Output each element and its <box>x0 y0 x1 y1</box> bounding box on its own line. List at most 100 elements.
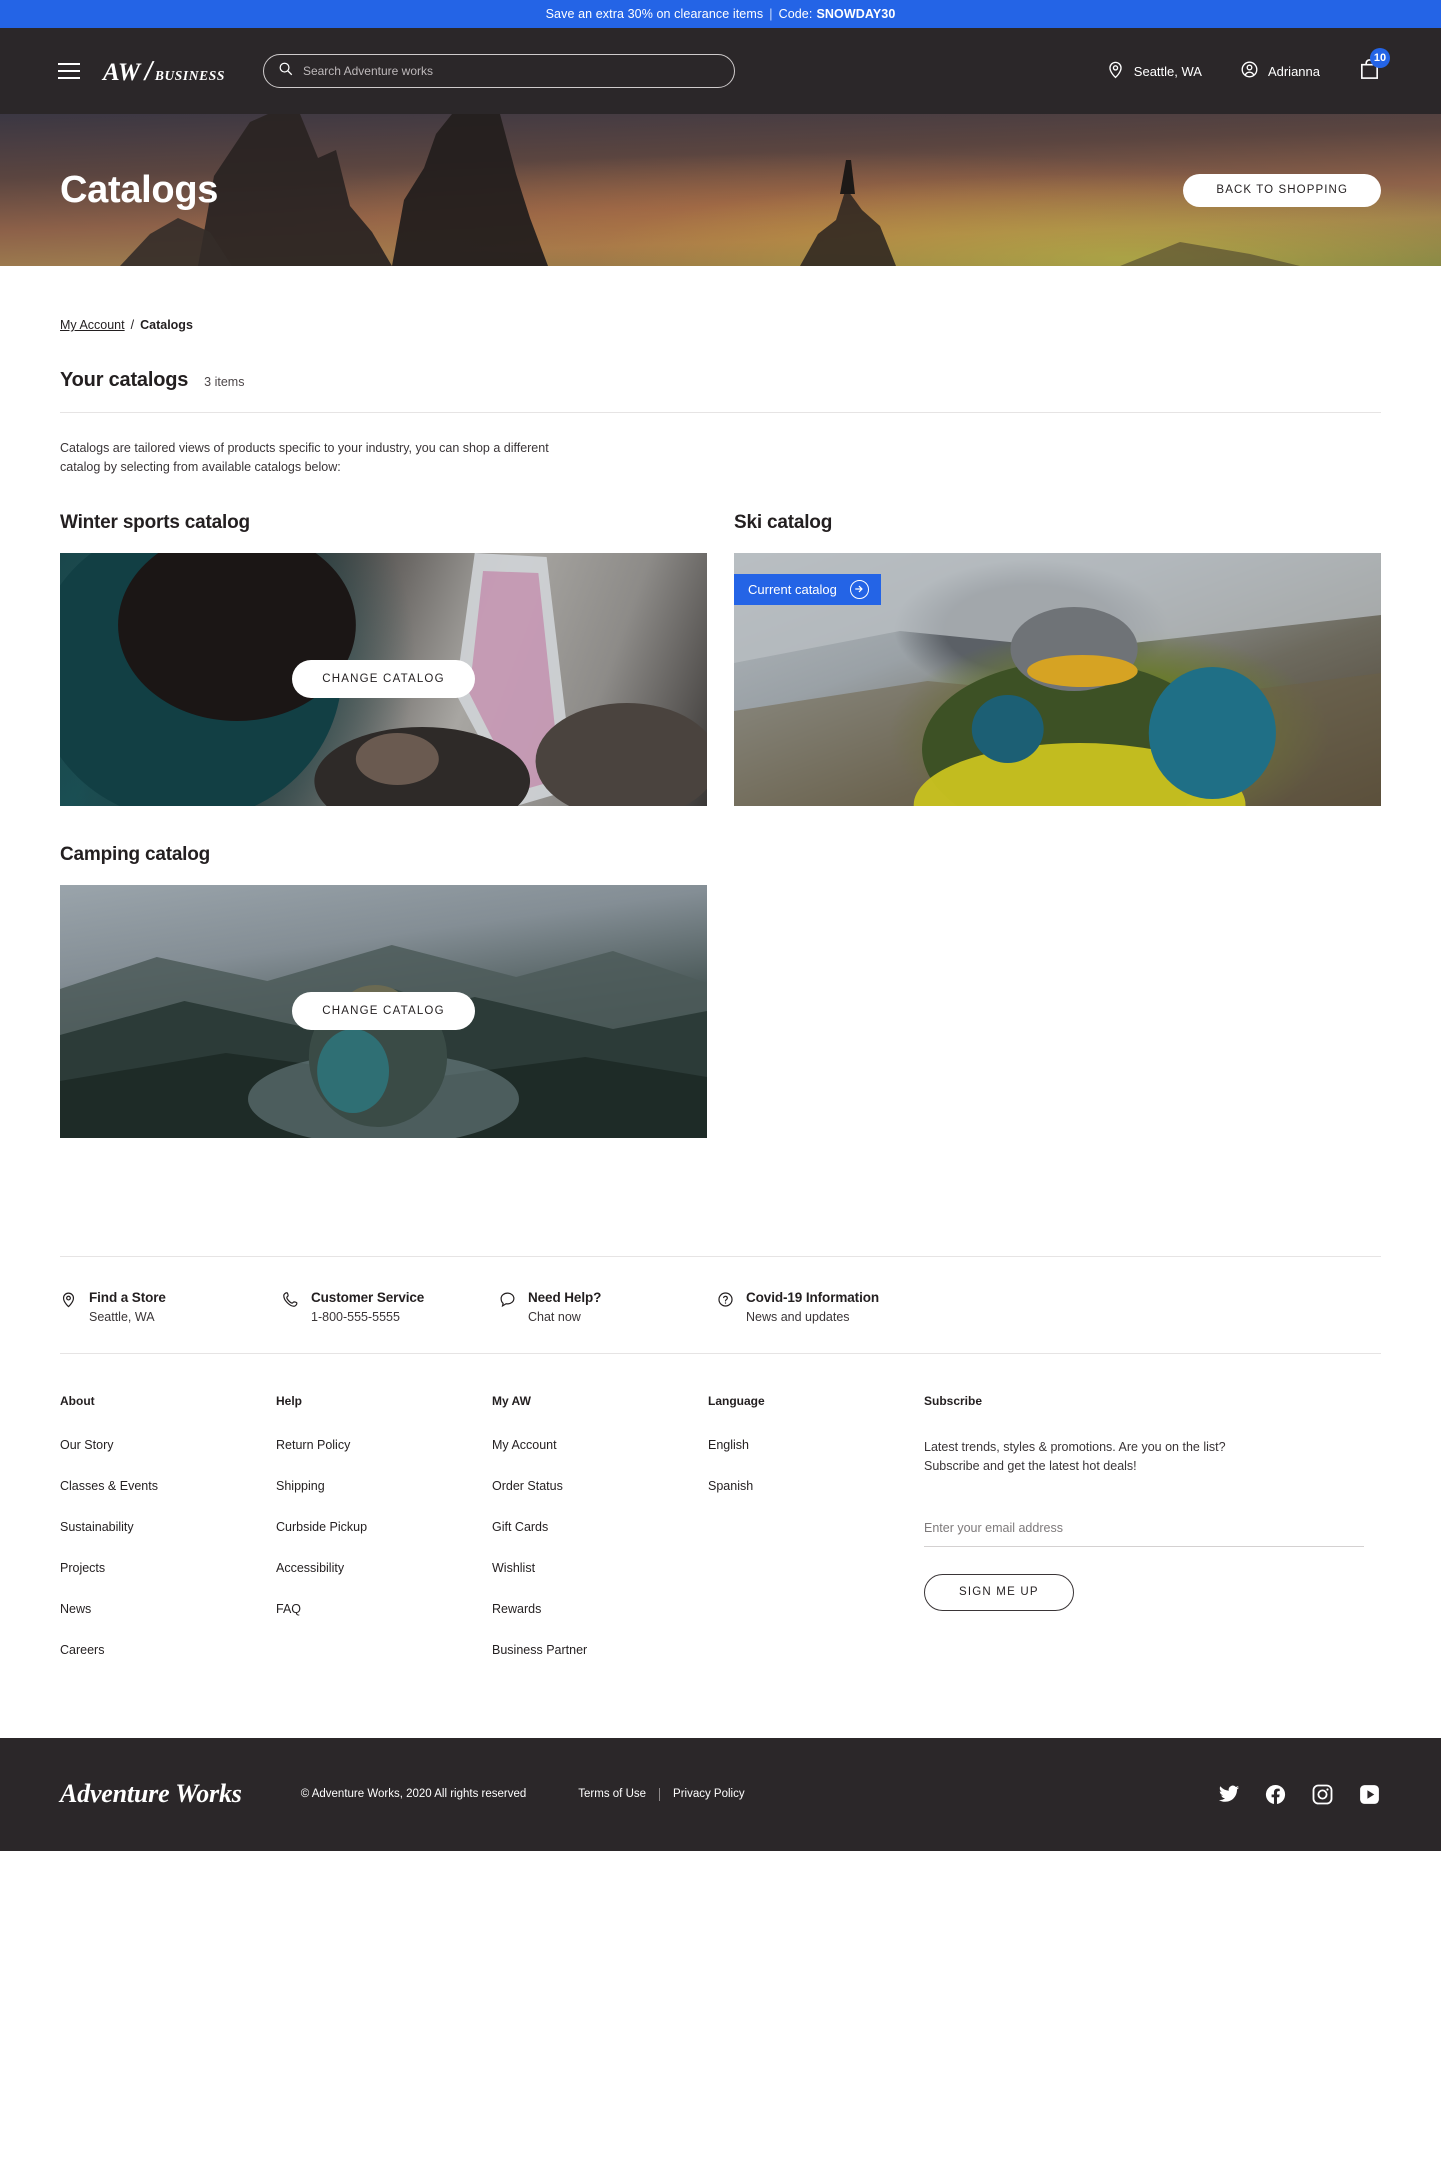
section-header: Your catalogs 3 items <box>60 369 1381 392</box>
twitter-icon[interactable] <box>1218 1783 1240 1805</box>
chat-bubble-icon <box>499 1291 516 1313</box>
footer-link[interactable]: Gift Cards <box>492 1520 708 1534</box>
current-catalog-badge[interactable]: Current catalog <box>734 573 881 605</box>
section-intro-text: Catalogs are tailored views of products … <box>60 441 549 475</box>
search-input[interactable] <box>302 64 720 78</box>
service-subtitle: Seattle, WA <box>89 1309 155 1324</box>
legal-divider <box>659 1787 661 1801</box>
catalog-card-ski: Ski catalog Current catalog <box>734 512 1381 806</box>
service-subtitle: News and updates <box>746 1309 850 1324</box>
phone-icon <box>282 1291 299 1313</box>
footer-link[interactable]: Spanish <box>708 1479 924 1493</box>
subscribe-line-2: Subscribe and get the latest hot deals! <box>924 1459 1137 1474</box>
footer-link[interactable]: News <box>60 1602 276 1616</box>
footer-link[interactable]: FAQ <box>276 1602 492 1616</box>
search-icon <box>278 61 293 81</box>
footer-link[interactable]: My Account <box>492 1438 708 1452</box>
youtube-icon[interactable] <box>1358 1783 1381 1806</box>
back-to-shopping-button[interactable]: BACK TO SHOPPING <box>1183 173 1381 207</box>
location-selector[interactable]: Seattle, WA <box>1106 60 1202 82</box>
service-subtitle: Chat now <box>528 1309 581 1324</box>
account-name: Adrianna <box>1267 63 1320 79</box>
footer-column-subscribe: Subscribe Latest trends, styles & promot… <box>924 1394 1364 1684</box>
footer-link[interactable]: Classes & Events <box>60 1479 276 1493</box>
catalog-grid-empty-slot <box>734 844 1381 1138</box>
promo-code: SNOWDAY30 <box>816 7 896 21</box>
footer-column-heading: About <box>60 1393 95 1408</box>
facebook-icon[interactable] <box>1264 1783 1287 1806</box>
logo-slash: / <box>141 55 156 86</box>
hero-banner: Catalogs BACK TO SHOPPING <box>0 114 1441 266</box>
subscribe-line-1: Latest trends, styles & promotions. Are … <box>924 1439 1226 1454</box>
section-title: Your catalogs <box>60 369 189 391</box>
catalog-grid-row-2: Camping catalog CHANGE CATALOG <box>60 844 1381 1138</box>
change-catalog-button[interactable]: CHANGE CATALOG <box>292 992 475 1031</box>
copyright-text: © Adventure Works, 2020 All rights reser… <box>300 1788 527 1801</box>
user-circle-icon <box>1240 60 1259 82</box>
email-input[interactable] <box>924 1520 1364 1535</box>
terms-of-use-link[interactable]: Terms of Use <box>578 1788 646 1800</box>
legal-links: Terms of Use Privacy Policy <box>578 1787 745 1801</box>
footer-link[interactable]: Shipping <box>276 1479 492 1493</box>
footer-link[interactable]: Order Status <box>492 1479 708 1493</box>
service-covid-information[interactable]: Covid-19 Information News and updates <box>717 1290 879 1324</box>
catalog-image: CHANGE CATALOG <box>60 552 707 806</box>
footer-link[interactable]: Rewards <box>492 1602 708 1616</box>
service-title: Customer Service <box>311 1289 425 1305</box>
footer-link[interactable]: Careers <box>60 1643 276 1657</box>
service-title: Find a Store <box>89 1289 166 1305</box>
site-logo[interactable]: AW / BUSINESS <box>103 56 225 87</box>
footer-link[interactable]: Our Story <box>60 1438 276 1452</box>
footer-link[interactable]: Sustainability <box>60 1520 276 1534</box>
footer-link[interactable]: Accessibility <box>276 1561 492 1575</box>
footer-column-heading: Help <box>276 1393 303 1408</box>
cart-button[interactable]: 10 <box>1358 47 1390 86</box>
footer-link[interactable]: English <box>708 1438 924 1452</box>
catalog-grid: Winter sports catalog CHANGE CATALOG Ski… <box>60 512 1381 806</box>
breadcrumb-my-account-link[interactable]: My Account <box>60 318 125 332</box>
service-subtitle: 1-800-555-5555 <box>311 1309 400 1324</box>
footer-column-heading: Subscribe <box>924 1393 983 1408</box>
footer-column-heading: Language <box>708 1393 765 1408</box>
service-need-help[interactable]: Need Help? Chat now <box>499 1290 717 1324</box>
location-label: Seattle, WA <box>1133 63 1202 79</box>
footer-link[interactable]: Projects <box>60 1561 276 1575</box>
breadcrumb-current: Catalogs <box>140 318 193 332</box>
catalog-image: CHANGE CATALOG <box>60 884 707 1138</box>
account-menu[interactable]: Adrianna <box>1240 60 1320 82</box>
footer-link-columns: About Our Story Classes & Events Sustain… <box>0 1354 1441 1684</box>
change-catalog-button[interactable]: CHANGE CATALOG <box>292 660 475 699</box>
footer-link[interactable]: Wishlist <box>492 1561 708 1575</box>
catalog-title: Camping catalog <box>60 843 211 865</box>
section-divider <box>60 412 1381 413</box>
hamburger-icon[interactable] <box>58 63 80 79</box>
breadcrumb-divider: / <box>130 318 135 332</box>
sign-me-up-button[interactable]: SIGN ME UP <box>924 1573 1074 1611</box>
footer-brand-logo: Adventure Works <box>60 1779 242 1809</box>
email-field-wrapper[interactable] <box>924 1519 1364 1547</box>
breadcrumb: My Account / Catalogs <box>60 266 1381 332</box>
header-actions: Seattle, WA Adrianna 10 <box>1106 47 1390 86</box>
footer-link[interactable]: Curbside Pickup <box>276 1520 492 1534</box>
catalog-card-camping: Camping catalog CHANGE CATALOG <box>60 844 707 1138</box>
catalog-card-winter-sports: Winter sports catalog CHANGE CATALOG <box>60 512 707 806</box>
service-title: Need Help? <box>528 1289 602 1305</box>
promo-code-label: Code: <box>778 7 813 21</box>
location-pin-icon <box>60 1291 77 1313</box>
service-find-a-store[interactable]: Find a Store Seattle, WA <box>60 1290 282 1324</box>
section-item-count: 3 items <box>204 375 245 389</box>
footer-link[interactable]: Business Partner <box>492 1643 708 1657</box>
location-pin-icon <box>1106 60 1125 82</box>
cart-count-badge: 10 <box>1370 47 1390 68</box>
footer-link[interactable]: Return Policy <box>276 1438 492 1452</box>
promo-message: Save an extra 30% on clearance items <box>545 7 764 21</box>
current-catalog-label: Current catalog <box>748 581 837 597</box>
search-bar[interactable] <box>262 54 735 88</box>
instagram-icon[interactable] <box>1311 1783 1334 1806</box>
social-links <box>1218 1783 1381 1806</box>
service-customer-service[interactable]: Customer Service 1-800-555-5555 <box>282 1290 499 1324</box>
footer-bottom-bar: Adventure Works © Adventure Works, 2020 … <box>0 1737 1441 1851</box>
catalog-title: Winter sports catalog <box>60 511 250 533</box>
privacy-policy-link[interactable]: Privacy Policy <box>673 1788 745 1800</box>
arrow-right-circle-icon <box>849 579 869 599</box>
